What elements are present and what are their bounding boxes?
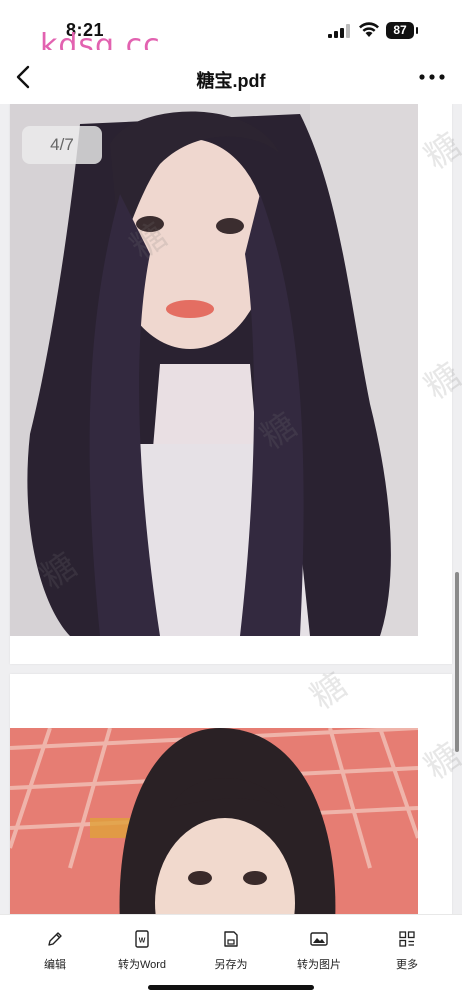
pencil-icon [48,932,62,946]
save-as-icon [224,931,238,947]
convert-to-image-button[interactable]: 转为图片 [273,929,365,973]
battery-nub [416,27,418,34]
portrait-illustration [10,104,418,636]
save-as-button[interactable]: 另存为 [185,929,277,973]
tool-label: 另存为 [214,959,248,971]
edit-button[interactable]: 编辑 [9,929,101,973]
more-horizontal-icon[interactable] [418,72,446,82]
portrait-illustration [10,728,418,914]
scrollbar-thumb[interactable] [455,572,459,752]
tool-label: 转为Word [117,959,167,971]
battery-indicator: 87 [386,22,420,39]
more-button[interactable]: 更多 [361,929,453,973]
pdf-page: 糖 糖 [10,665,462,914]
watermark-mark: 糖 [417,125,462,178]
tool-label: 编辑 [44,959,66,971]
home-indicator [148,985,314,990]
svg-text:W: W [139,938,146,945]
wifi-icon [359,22,379,37]
battery-level: 87 [386,22,414,39]
status-bar: 8:21 kdsq.cc 87 [0,0,462,63]
cellular-signal-icon [328,24,350,38]
pdf-viewer[interactable]: 糖 糖 糖 糖 糖 糖 糖 [0,104,462,914]
page-indicator: 4/7 [22,126,102,164]
nav-bar: 糖宝.pdf [0,50,462,104]
grid-more-icon [399,931,415,947]
watermark-mark: 糖 [303,665,355,718]
watermark-mark: 糖 [417,355,462,408]
document-title: 糖宝.pdf [196,71,266,91]
tool-label: 更多 [396,959,418,971]
word-document-icon: W [135,930,149,948]
tool-label: 转为图片 [297,959,341,971]
page-photo [10,728,418,914]
convert-to-word-button[interactable]: W 转为Word [96,929,188,973]
pdf-page: 糖 糖 糖 糖 糖 [10,104,462,664]
image-icon [310,932,328,946]
page-photo: 糖 糖 糖 [10,104,418,636]
